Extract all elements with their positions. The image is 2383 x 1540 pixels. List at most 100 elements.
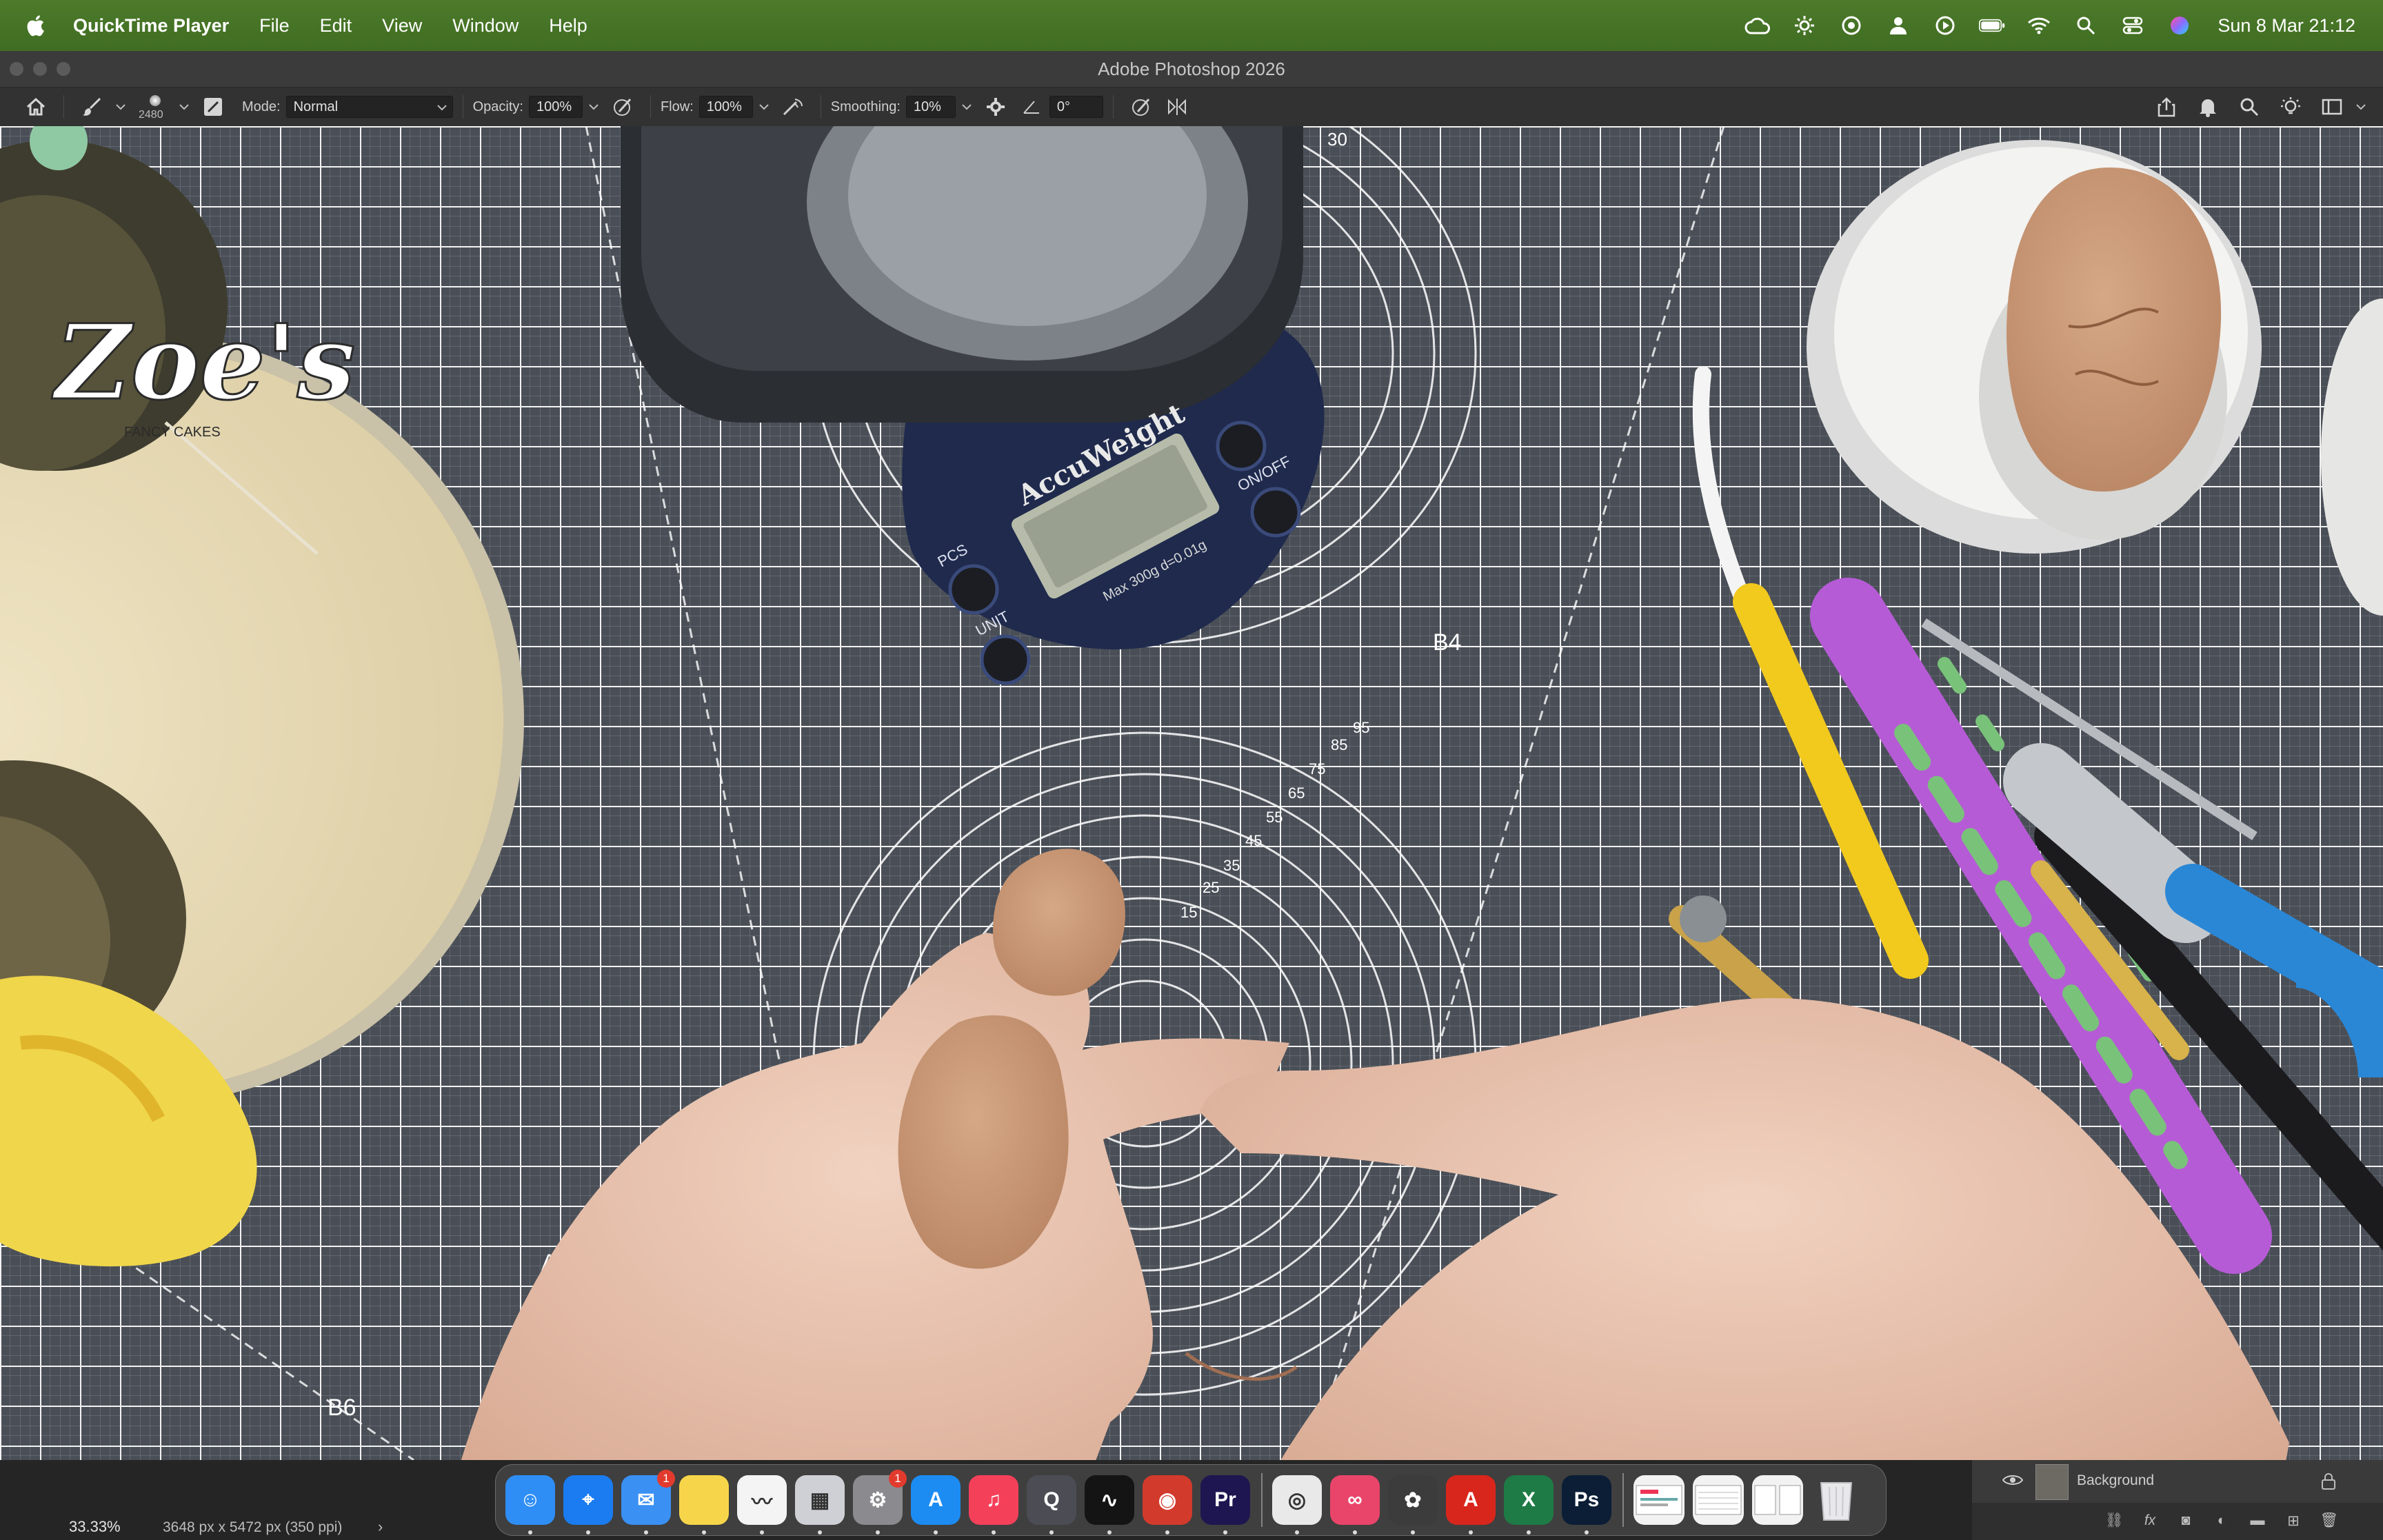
siri-icon[interactable] [2166,12,2193,39]
dock-separator [1622,1473,1624,1527]
dock-stack-downloads[interactable] [1633,1475,1685,1525]
smoothing-label: Smoothing: [830,99,901,114]
dock-app-freeform[interactable]: 〰 [737,1475,787,1534]
dock-trash[interactable] [1811,1475,1861,1525]
dock-app-app-store[interactable]: A [911,1475,961,1534]
dock-app-creative-cloud[interactable]: ∞ [1330,1475,1380,1534]
airbrush-icon[interactable] [779,93,807,121]
dock-app-acrobat[interactable]: A [1446,1475,1496,1534]
dock-app-premiere-pro[interactable]: Pr [1200,1475,1250,1534]
menu-help[interactable]: Help [549,15,587,37]
brush-size-picker[interactable]: 2480 [139,90,173,124]
running-indicator [1165,1530,1169,1534]
brush-tool-icon[interactable] [78,93,105,121]
opacity-input[interactable]: 100% [528,96,583,118]
mat-number: 45 [1245,832,1262,849]
settings-icon[interactable] [1791,12,1818,39]
brush-angle-input[interactable]: 0° [1049,96,1103,118]
window-title-bar: Adobe Photoshop 2026 [0,51,2383,88]
layer-style-fx-icon[interactable]: fx [2138,1512,2162,1533]
dock-stack-desktop[interactable] [1752,1475,1803,1525]
mat-number: 95 [1353,719,1369,736]
running-indicator [1295,1530,1299,1534]
status-bar-chevron[interactable]: › [378,1518,383,1536]
dock-stack-documents[interactable] [1693,1475,1744,1525]
dock-app-mail[interactable]: ✉ 1 [621,1470,675,1534]
pressure-size-icon[interactable] [1127,93,1155,121]
menu-file[interactable]: File [259,15,290,37]
menu-edit[interactable]: Edit [320,15,352,37]
dock-app-safari[interactable]: ⌖ [563,1475,613,1534]
menu-app-name[interactable]: QuickTime Player [73,15,229,37]
blend-mode-value: Normal [293,99,339,114]
lock-icon[interactable] [2321,1472,2336,1495]
tool-preset-chevron-icon[interactable] [114,93,128,121]
share-icon[interactable] [2153,93,2180,121]
zoom-level[interactable]: 33.33% [69,1518,121,1536]
layers-panel: Background ⛓ fx ◙ ◐ ▬ ⊞ 🗑 [1972,1460,2383,1540]
spotlight-icon[interactable] [2073,12,2099,39]
minimize-window-button[interactable] [33,62,47,76]
new-group-icon[interactable]: ▬ [2245,1512,2270,1533]
play-icon[interactable] [1932,12,1958,39]
workspace-switcher-icon[interactable] [2318,93,2346,121]
creative-cloud-icon[interactable] [1744,12,1771,39]
screen-record-icon[interactable] [1838,12,1864,39]
smoothing-options-gear-icon[interactable] [982,93,1009,121]
dock-app-cyberduck[interactable]: ✿ [1388,1475,1438,1534]
mat-number: 25 [1203,879,1219,896]
menu-view[interactable]: View [382,15,422,37]
app-icon-glyph: ✉ [637,1488,655,1512]
symmetry-icon[interactable] [1163,93,1191,121]
layer-row[interactable]: Background [1972,1460,2383,1503]
dock-app-excel[interactable]: X [1504,1475,1554,1534]
mat-number: 55 [1266,809,1283,826]
discover-lightbulb-icon[interactable] [2277,93,2304,121]
dock-app-photo-booth[interactable]: ◉ [1143,1475,1192,1534]
blend-mode-select[interactable]: Normal [285,96,453,118]
user-icon[interactable] [1885,12,1911,39]
menu-bar-clock[interactable]: Sun 8 Mar 21:12 [2218,15,2355,37]
document-canvas[interactable]: B4 A5 B6 30 95 85 75 65 55 45 35 25 15 [0,126,2383,1460]
control-center-icon[interactable] [2120,12,2146,39]
search-icon[interactable] [2235,93,2263,121]
opacity-label: Opacity: [472,99,523,114]
wifi-icon[interactable] [2026,12,2052,39]
pressure-opacity-icon[interactable] [609,93,636,121]
visibility-eye-icon[interactable] [2002,1472,2024,1492]
dock-app-launchpad[interactable]: ▦ [795,1475,845,1534]
dock-app-finder[interactable]: ☺ [505,1475,555,1534]
zoom-window-button[interactable] [57,62,70,76]
document-info[interactable]: 3648 px x 5472 px (350 ppi) [163,1519,342,1536]
apple-icon[interactable] [25,14,46,37]
smoothing-input[interactable]: 10% [905,96,956,118]
brush-size-chevron-icon[interactable] [177,93,191,121]
dock-app-photoshop[interactable]: Ps [1562,1475,1611,1534]
new-layer-icon[interactable]: ⊞ [2281,1512,2306,1533]
brush-settings-icon[interactable] [199,93,227,121]
mat-label-b4: B4 [1433,629,1462,656]
layer-name[interactable]: Background [2077,1472,2154,1489]
dock-app-quicktime-player[interactable]: Q [1027,1475,1076,1534]
link-layers-icon[interactable]: ⛓ [2102,1512,2126,1533]
dock-app-audio-editor[interactable]: ∿ [1085,1475,1134,1534]
menu-window[interactable]: Window [452,15,519,37]
notifications-bell-icon[interactable] [2194,93,2222,121]
flow-input[interactable]: 100% [698,96,753,118]
running-indicator [760,1530,764,1534]
close-window-button[interactable] [10,62,23,76]
notification-badge: 1 [889,1470,907,1488]
dock-app-system-settings[interactable]: ⚙ 1 [853,1470,907,1534]
flow-chevron-icon[interactable] [757,93,771,121]
dock-app-music[interactable]: ♫ [969,1475,1018,1534]
adjustment-layer-icon[interactable]: ◐ [2209,1512,2234,1533]
delete-layer-icon[interactable]: 🗑 [2317,1512,2342,1533]
dock-app-chrome[interactable]: ◎ [1272,1475,1322,1534]
home-icon[interactable] [22,93,50,121]
workspace-chevron-icon[interactable] [2354,93,2368,121]
opacity-chevron-icon[interactable] [587,93,601,121]
battery-icon [1979,12,2005,39]
add-mask-icon[interactable]: ◙ [2173,1512,2198,1533]
smoothing-chevron-icon[interactable] [960,93,974,121]
dock-app-notes[interactable] [679,1475,729,1534]
